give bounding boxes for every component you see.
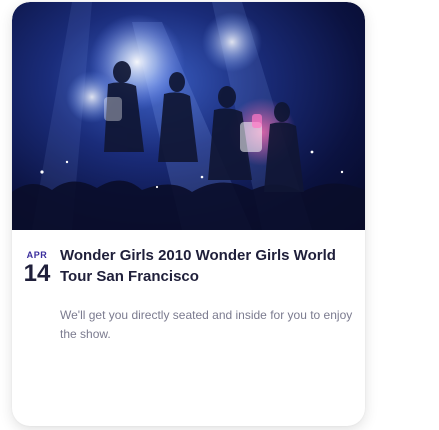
event-card[interactable]: APR 14 Wonder Girls 2010 Wonder Girls Wo… <box>12 2 365 426</box>
event-month: APR <box>26 250 48 260</box>
event-image[interactable] <box>12 2 365 230</box>
event-date: APR 14 <box>18 250 56 286</box>
event-description: We'll get you directly seated and inside… <box>60 308 353 341</box>
event-day: 14 <box>23 260 51 287</box>
event-title[interactable]: Wonder Girls 2010 Wonder Girls World Tou… <box>60 245 360 287</box>
